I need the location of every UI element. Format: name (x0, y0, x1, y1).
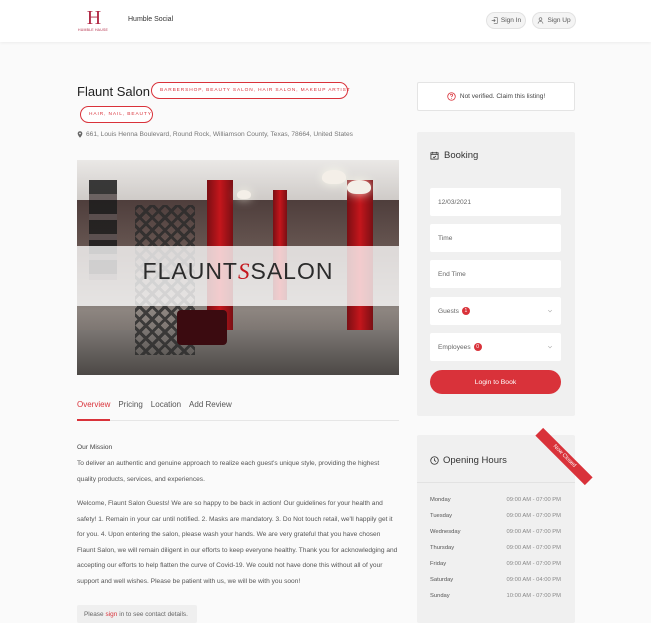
address-text: 661, Louis Henna Boulevard, Round Rock, … (86, 131, 353, 138)
guests-count-badge: 1 (461, 307, 470, 315)
hours-row: Saturday 09:00 AM - 04:00 PM (430, 577, 561, 583)
clock-icon (430, 456, 439, 465)
image-lamp (322, 170, 346, 184)
site-logo[interactable]: H HUMBLE HAUSE (78, 8, 108, 36)
mission-heading: Our Mission (77, 444, 113, 451)
site-header: H HUMBLE HAUSE Humble Social Sign In Sig… (0, 0, 651, 42)
sign-in-label: Sign In (500, 17, 522, 24)
category-tags[interactable]: BARBERSHOP, BEAUTY SALON, HAIR SALON, MA… (151, 82, 350, 99)
salon-logo-mark: S (237, 259, 251, 284)
tab-add-review[interactable]: Add Review (189, 400, 232, 409)
hours-time: 10:00 AM - 07:00 PM (506, 593, 561, 599)
hours-time: 09:00 AM - 04:00 PM (506, 577, 561, 583)
opening-hours-title: Opening Hours (430, 455, 507, 466)
claim-listing-button[interactable]: Not verified. Claim this listing! (417, 82, 575, 111)
contact-details-notice: Please sign in to see contact details. (77, 605, 197, 623)
salon-logo-text: FLAUNTSSALON (77, 258, 399, 285)
hours-time: 09:00 AM - 07:00 PM (506, 545, 561, 551)
chevron-down-icon (547, 345, 553, 349)
mission-text: To deliver an authentic and genuine appr… (77, 460, 380, 483)
hours-row: Wednesday 09:00 AM - 07:00 PM (430, 529, 561, 535)
logo-text: HUMBLE HAUSE (78, 28, 109, 32)
image-lamp (237, 190, 251, 199)
sign-in-link[interactable]: sign (106, 611, 118, 618)
logo-mark: H (86, 7, 101, 29)
hours-day: Friday (430, 561, 447, 567)
employees-count-badge: 0 (473, 343, 482, 351)
image-lamp (347, 180, 371, 194)
location-pin-icon (77, 131, 83, 138)
tab-pricing[interactable]: Pricing (118, 400, 142, 409)
guests-dropdown[interactable]: Guests 1 (430, 297, 561, 325)
claim-listing-label: Not verified. Claim this listing! (459, 93, 546, 100)
hours-day: Thursday (430, 545, 455, 551)
booking-date-input[interactable]: 12/03/2021 (430, 188, 561, 216)
login-to-book-button[interactable]: Login to Book (430, 370, 561, 394)
hours-day: Sunday (430, 593, 450, 599)
description-body: Welcome, Flaunt Salon Guests! We are so … (77, 500, 398, 585)
booking-title-text: Booking (444, 150, 479, 161)
employees-label: Employees (438, 343, 471, 351)
hours-day: Tuesday (430, 513, 453, 519)
hours-time: 09:00 AM - 07:00 PM (506, 513, 561, 519)
hours-divider (417, 482, 575, 483)
hours-day: Wednesday (430, 529, 461, 535)
listing-hero-image: FLAUNTSSALON (77, 160, 399, 375)
chevron-down-icon (547, 309, 553, 313)
feature-tags[interactable]: HAIR, NAIL, BEAUTY (80, 106, 153, 123)
booking-title: Booking (430, 150, 478, 161)
hours-row: Monday 09:00 AM - 07:00 PM (430, 497, 561, 503)
sign-up-label: Sign Up (547, 17, 571, 24)
tabs-divider (77, 420, 399, 421)
contact-prefix: Please (84, 610, 104, 618)
hours-row: Sunday 10:00 AM - 07:00 PM (430, 593, 561, 599)
hours-time: 09:00 AM - 07:00 PM (506, 561, 561, 567)
contact-suffix: in to see contact details. (119, 610, 188, 618)
listing-tabs: Overview Pricing Location Add Review (77, 400, 232, 409)
sign-in-icon (491, 17, 498, 24)
sign-in-button[interactable]: Sign In (486, 12, 526, 29)
image-chair (177, 310, 227, 345)
opening-hours-title-text: Opening Hours (443, 455, 507, 466)
tab-overview[interactable]: Overview (77, 400, 110, 409)
employees-dropdown[interactable]: Employees 0 (430, 333, 561, 361)
guests-label: Guests (438, 307, 459, 315)
hours-row: Tuesday 09:00 AM - 07:00 PM (430, 513, 561, 519)
hours-time: 09:00 AM - 07:00 PM (506, 529, 561, 535)
active-tab-indicator (77, 419, 110, 421)
listing-address: 661, Louis Henna Boulevard, Round Rock, … (77, 131, 353, 138)
salon-logo-left: FLAUNT (142, 258, 238, 284)
brand-link[interactable]: Humble Social (128, 16, 173, 23)
user-icon (538, 17, 544, 24)
salon-logo-right: SALON (250, 258, 334, 284)
hours-day: Monday (430, 497, 451, 503)
calendar-icon (430, 151, 439, 160)
image-floor (77, 330, 399, 375)
booking-time-input[interactable]: Time (430, 224, 561, 252)
hours-row: Friday 09:00 AM - 07:00 PM (430, 561, 561, 567)
tab-location[interactable]: Location (151, 400, 181, 409)
hours-row: Thursday 09:00 AM - 07:00 PM (430, 545, 561, 551)
question-circle-icon (447, 92, 456, 101)
sign-up-button[interactable]: Sign Up (532, 12, 576, 29)
hours-day: Saturday (430, 577, 454, 583)
listing-title: Flaunt Salon (77, 84, 150, 99)
booking-end-time-input[interactable]: End Time (430, 260, 561, 288)
hours-time: 09:00 AM - 07:00 PM (506, 497, 561, 503)
